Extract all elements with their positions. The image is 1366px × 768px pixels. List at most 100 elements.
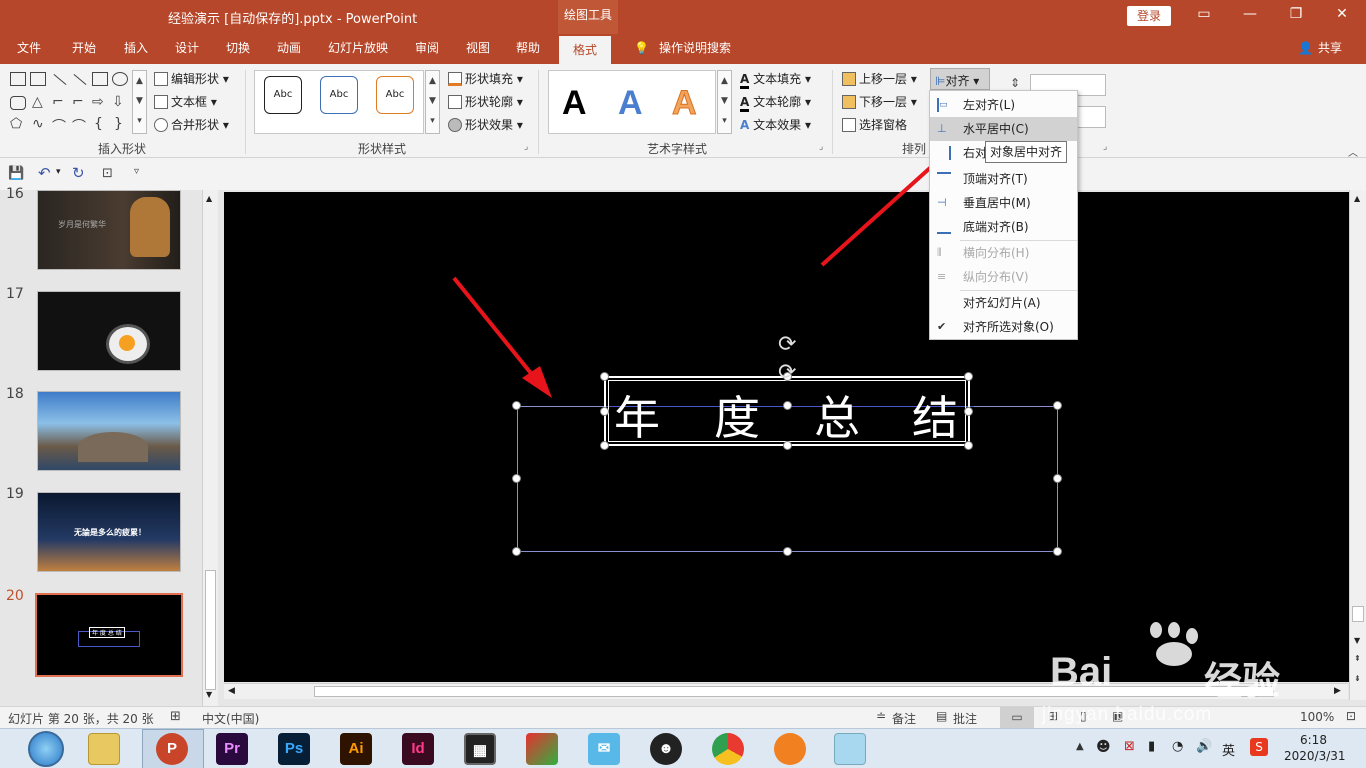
ribbon-display-icon[interactable]: ▭: [1192, 6, 1216, 26]
zoom-level[interactable]: 100%: [1300, 710, 1334, 724]
tab-help[interactable]: 帮助: [516, 34, 540, 64]
menu-item-align-bottom[interactable]: 底端对齐(B): [930, 215, 1077, 239]
menu-item-align-middle[interactable]: ⊣ 垂直居中(M): [930, 191, 1077, 215]
tab-design[interactable]: 设计: [175, 34, 199, 64]
resize-handle[interactable]: [1053, 401, 1062, 410]
wordart-gallery-scroll[interactable]: ▲ ▼ ▾: [717, 70, 732, 134]
text-fill-button[interactable]: A 文本填充 ▾: [740, 70, 811, 89]
resize-handle[interactable]: [600, 407, 609, 416]
triangle-shape-icon[interactable]: △: [32, 94, 43, 110]
normal-view-icon[interactable]: ▭: [1000, 707, 1034, 728]
horizontal-scrollbar[interactable]: ◀ ▶: [224, 683, 1348, 699]
redo-icon[interactable]: ↻: [72, 164, 85, 182]
browser-icon[interactable]: [774, 733, 806, 765]
tab-transitions[interactable]: 切换: [226, 34, 250, 64]
powerpoint-icon[interactable]: P: [156, 733, 188, 765]
resize-handle[interactable]: [1053, 547, 1062, 556]
minimize-icon[interactable]: —: [1238, 6, 1262, 26]
dialog-launcher-icon[interactable]: ⌟: [1103, 142, 1107, 152]
dialog-launcher-icon[interactable]: ⌟: [819, 142, 823, 152]
shape-fill-button[interactable]: 形状填充 ▾: [448, 70, 523, 87]
tab-review[interactable]: 审阅: [415, 34, 439, 64]
video-editor-icon[interactable]: ▦: [464, 733, 496, 765]
merge-shapes-button[interactable]: 合并形状 ▾: [154, 116, 229, 133]
right-arrow-shape-icon[interactable]: ⇨: [92, 94, 104, 110]
scribble-shape-icon[interactable]: ∿: [32, 116, 44, 132]
network-tray-icon[interactable]: ⊠: [1124, 739, 1135, 754]
freeform-shape-icon[interactable]: ⬠: [10, 116, 22, 132]
sogou-ime-icon[interactable]: S: [1250, 738, 1268, 756]
slide-thumbnail-18[interactable]: [37, 391, 181, 471]
start-slideshow-icon[interactable]: ⊡: [102, 166, 113, 181]
scroll-up-icon[interactable]: ▲: [1354, 194, 1360, 203]
send-backward-button[interactable]: 下移一层 ▾: [842, 93, 917, 110]
resize-handle[interactable]: [600, 441, 609, 450]
qq-tray-icon[interactable]: ☻: [1096, 739, 1111, 755]
collapse-ribbon-icon[interactable]: ︿: [1348, 144, 1358, 159]
save-icon[interactable]: 💾: [8, 166, 24, 181]
tab-insert[interactable]: 插入: [124, 34, 148, 64]
shape-gallery[interactable]: △ ⌐ ⌐ ⇨ ⇩ ⬠ ∿ ⌒ ⌒ { }: [10, 72, 130, 136]
language-status[interactable]: 中文(中国): [202, 710, 259, 727]
tell-me-search[interactable]: 操作说明搜索: [659, 34, 731, 64]
shape-style-dark[interactable]: Abc: [264, 76, 302, 114]
menu-item-align-selected-objects[interactable]: ✔ 对齐所选对象(O): [930, 315, 1077, 339]
photoshop-icon[interactable]: Ps: [278, 733, 310, 765]
customize-qat-icon[interactable]: ▿: [134, 166, 139, 177]
shape-style-blue[interactable]: Abc: [320, 76, 358, 114]
shape-style-orange[interactable]: Abc: [376, 76, 414, 114]
scroll-thumb[interactable]: [205, 570, 216, 690]
tray-expand-icon[interactable]: ▲: [1076, 741, 1084, 752]
shape-effects-button[interactable]: 形状效果 ▾: [448, 116, 523, 133]
line-shape-icon[interactable]: [53, 73, 67, 86]
rectangle-shape-icon[interactable]: [92, 72, 108, 86]
scroll-down-icon[interactable]: ▼: [206, 690, 212, 699]
tab-format[interactable]: 格式: [559, 34, 612, 64]
resize-handle[interactable]: [783, 547, 792, 556]
wordart-style-orange[interactable]: A: [672, 84, 698, 123]
fit-to-window-icon[interactable]: ⊡: [1346, 709, 1356, 723]
resize-handle[interactable]: [600, 372, 609, 381]
edit-shape-button[interactable]: 编辑形状 ▾: [154, 70, 229, 87]
menu-item-distribute-horizontal[interactable]: ⫴ 横向分布(H): [930, 241, 1077, 265]
premiere-icon[interactable]: Pr: [216, 733, 248, 765]
elbow-connector-shape-icon[interactable]: ⌐: [72, 94, 84, 110]
wifi-tray-icon[interactable]: ◔: [1172, 739, 1183, 754]
text-effects-button[interactable]: A 文本效果 ▾: [740, 116, 811, 133]
accessibility-icon[interactable]: ⊞: [170, 709, 181, 724]
scroll-left-icon[interactable]: ◀: [228, 686, 235, 696]
resize-handle[interactable]: [512, 547, 521, 556]
rotate-handle-icon[interactable]: ⟳: [778, 332, 796, 357]
slide-thumbnail-19[interactable]: 无論是多么的疲累！: [37, 492, 181, 572]
brace-left-shape-icon[interactable]: {: [94, 116, 103, 132]
resize-handle[interactable]: [783, 441, 792, 450]
textbox-shape-icon[interactable]: [10, 72, 26, 86]
scroll-thumb[interactable]: [314, 686, 1274, 697]
text-box-button[interactable]: 文本框 ▾: [154, 93, 217, 110]
resize-handle[interactable]: [512, 401, 521, 410]
shape-outline-button[interactable]: 形状轮廓 ▾: [448, 93, 523, 110]
next-slide-icon[interactable]: ⇟: [1354, 674, 1361, 683]
qq-icon[interactable]: ☻: [650, 733, 682, 765]
notes-button[interactable]: 备注: [892, 710, 916, 727]
login-button[interactable]: 登录: [1127, 6, 1171, 26]
close-icon[interactable]: ✕: [1330, 6, 1354, 26]
bring-forward-button[interactable]: 上移一层 ▾: [842, 70, 917, 87]
dialog-launcher-icon[interactable]: ⌟: [524, 142, 528, 152]
menu-item-align-center[interactable]: ⊥ 水平居中(C): [930, 117, 1077, 141]
brace-right-shape-icon[interactable]: }: [114, 116, 123, 132]
scroll-thumb[interactable]: [1352, 606, 1364, 622]
battery-tray-icon[interactable]: ▮: [1148, 739, 1155, 754]
slide-thumbnail-17[interactable]: [37, 291, 181, 371]
volume-tray-icon[interactable]: 🔊: [1196, 739, 1212, 754]
resize-handle[interactable]: [964, 441, 973, 450]
clock-time[interactable]: 6:18: [1300, 733, 1327, 747]
vertical-textbox-shape-icon[interactable]: [30, 72, 46, 86]
oval-shape-icon[interactable]: [112, 72, 128, 86]
umbrella-app-icon[interactable]: [526, 733, 558, 765]
tab-view[interactable]: 视图: [466, 34, 490, 64]
vertical-scrollbar[interactable]: ▲ ▼ ⇞ ⇟: [1349, 190, 1366, 700]
ime-indicator[interactable]: 英: [1222, 740, 1235, 759]
arc-shape-icon[interactable]: ⌒: [52, 116, 66, 136]
resize-handle[interactable]: [512, 474, 521, 483]
